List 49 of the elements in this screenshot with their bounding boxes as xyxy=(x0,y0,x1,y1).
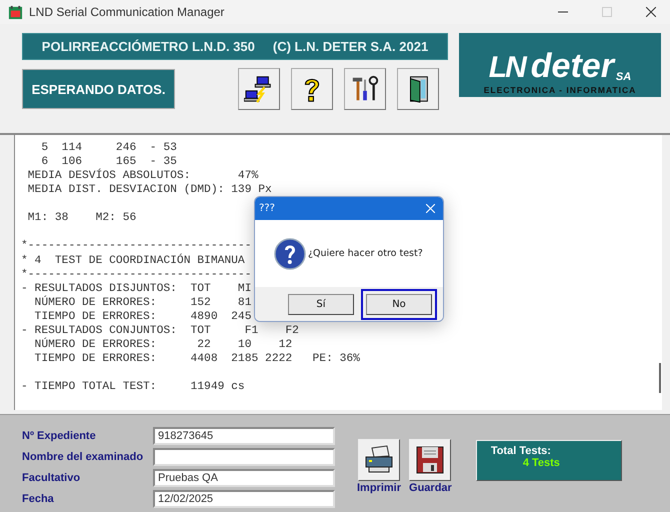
report-line: MEDIA DIST. DESVIACION (DMD): 139 Px xyxy=(26,183,272,198)
total-value: 4 Tests xyxy=(522,457,561,469)
field-label: Facultativo xyxy=(22,472,82,484)
logo-name: deter xyxy=(530,49,614,83)
product-name: POLIRREACCIÓMETRO L.N.D. 350 xyxy=(42,39,255,54)
report-line: - RESULTADOS DISJUNTOS: TOT MI xyxy=(21,282,252,296)
copyright-text: (C) L.N. DETER S.A. 2021 xyxy=(272,39,428,54)
exit-button[interactable] xyxy=(397,68,439,110)
report-line: NÚMERO DE ERRORES: 22 10 12 xyxy=(34,338,292,352)
button-label: Guardar xyxy=(409,482,452,494)
print-button[interactable] xyxy=(358,439,400,481)
logo-tagline: ELECTRONICA - INFORMATICA xyxy=(484,85,636,95)
report-line: 6 106 165 - 35 xyxy=(40,155,177,168)
window-title: LND Serial Communication Manager xyxy=(29,5,224,19)
total-label: Total Tests: xyxy=(490,445,552,457)
floppy-icon xyxy=(414,444,446,476)
report-line: - RESULTADOS CONJUNTOS: TOT F1 F2 xyxy=(21,324,299,338)
report-line: TIEMPO DE ERRORES: 4890 245 xyxy=(34,310,252,324)
status-label: ESPERANDO DATOS. xyxy=(22,69,175,109)
report-line: - TIEMPO TOTAL TEST: 11949 cs xyxy=(21,380,245,394)
scrollbar-thumb[interactable] xyxy=(659,363,661,393)
input-field[interactable]: 12/02/2025 xyxy=(153,490,335,508)
input-field[interactable] xyxy=(153,448,335,466)
dialog-message: ¿Quiere hacer otro test? xyxy=(308,248,423,259)
transfer-button[interactable] xyxy=(238,68,280,110)
button-label: Imprimir xyxy=(357,482,402,494)
report-line: *--------------------------------- xyxy=(21,268,252,282)
dialog-title: ??? xyxy=(259,203,275,214)
report-line: TIEMPO DE ERRORES: 4408 2185 2222 PE: 36% xyxy=(34,352,360,366)
logo-suffix: SA xyxy=(616,72,632,83)
field-label: Nombre del examinado xyxy=(22,451,144,463)
report-line: MEDIA DESVÍOS ABSOLUTOS: 47% xyxy=(26,169,258,184)
app-icon xyxy=(8,4,23,20)
field-label: Fecha xyxy=(22,493,55,505)
dialog-button[interactable]: No xyxy=(361,288,437,320)
help-button[interactable] xyxy=(291,68,333,110)
report-line: *--------------------------------- xyxy=(21,239,252,254)
tools-button[interactable] xyxy=(344,68,386,110)
input-field[interactable]: 918273645 xyxy=(153,427,335,445)
report-line: M1: 38 M2: 56 xyxy=(26,211,136,226)
report-line: * 4 TEST DE COORDINACIÓN BIMANUA xyxy=(21,254,245,268)
report-line: NÚMERO DE ERRORES: 152 81 xyxy=(34,296,252,310)
report-line: 5 114 246 - 53 xyxy=(40,141,177,156)
input-field[interactable]: Pruebas QA xyxy=(153,469,335,487)
save-button[interactable] xyxy=(409,439,452,481)
field-label: Nº Expediente xyxy=(22,430,97,442)
question-icon xyxy=(274,238,306,270)
close-icon[interactable] xyxy=(646,7,656,17)
logo-brand: LN xyxy=(488,53,525,83)
